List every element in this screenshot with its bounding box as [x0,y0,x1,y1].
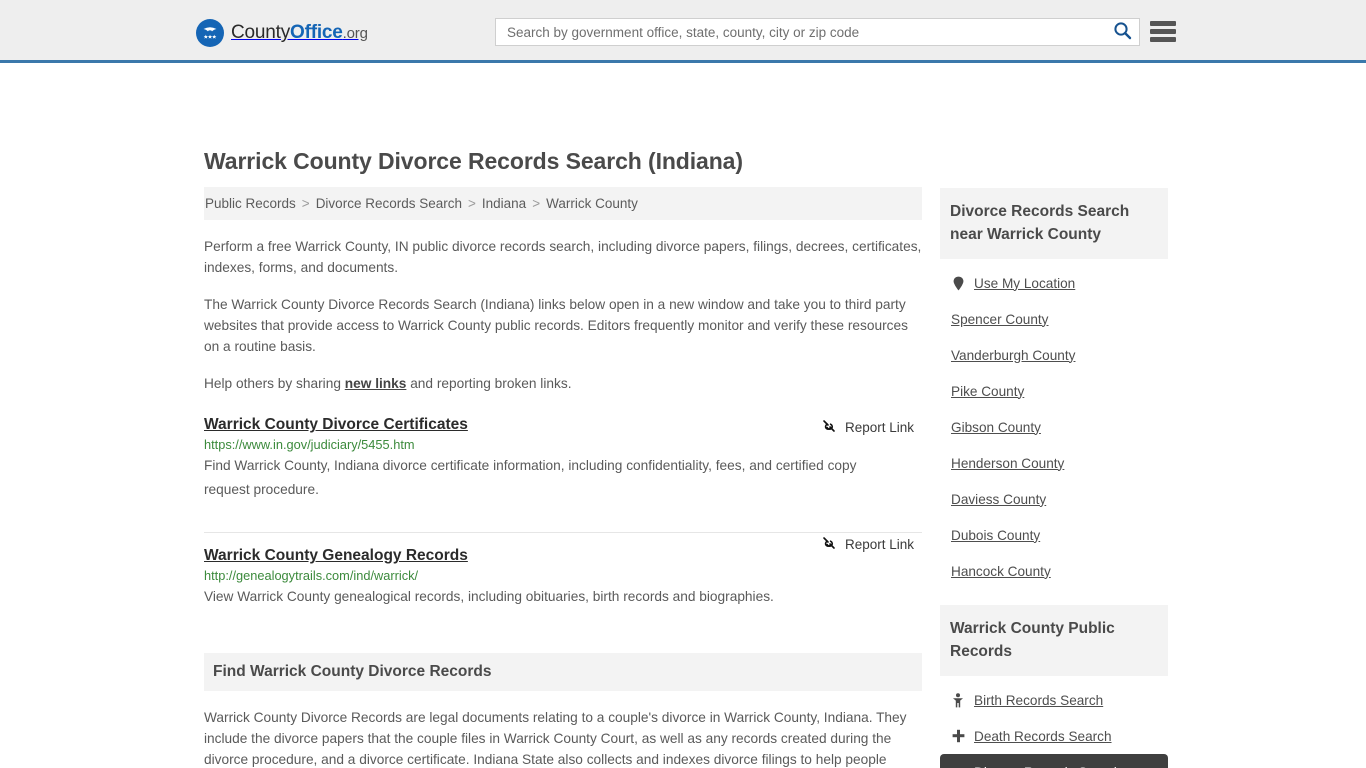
sidebar-item-label: Henderson County [951,455,1065,471]
hamburger-bar [1150,37,1176,42]
result-description: Find Warrick County, Indiana divorce cer… [204,458,857,497]
share-suffix: and reporting broken links. [406,376,572,391]
search-input[interactable] [496,19,1105,45]
sidebar-item-gibson-county[interactable]: Gibson County [940,409,1168,445]
breadcrumb-separator: > [532,196,541,211]
sidebar-item-henderson-county[interactable]: Henderson County [940,445,1168,481]
breadcrumb-separator: > [468,196,476,211]
report-link-button[interactable]: Report Link [821,535,914,554]
hamburger-menu-icon[interactable] [1150,19,1176,44]
sidebar-item-label: Pike County [951,383,1025,399]
cross-icon [951,729,965,743]
breadcrumb-separator: > [301,196,310,211]
search-icon [1113,21,1132,43]
share-prefix: Help others by sharing [204,376,345,391]
sidebar-item-label: Death Records Search [974,728,1112,744]
section-heading: Find Warrick County Divorce Records [213,663,492,680]
sidebar-item-use-my-location[interactable]: Use My Location [940,265,1168,301]
main-content: Warrick County Divorce Records Search (I… [204,148,922,768]
section-body: Warrick County Divorce Records are legal… [204,691,922,768]
breadcrumb-item-public-records[interactable]: Public Records [205,196,296,211]
sidebar-nearby-heading: Divorce Records Search near Warrick Coun… [950,203,1130,243]
sidebar-item-death-records-search[interactable]: Death Records Search [940,718,1168,754]
sidebar-item-label: Use My Location [974,275,1076,291]
sidebar-item-label: Vanderburgh County [951,347,1076,363]
section-header: Find Warrick County Divorce Records [204,653,922,691]
broken-link-icon [821,418,837,437]
hamburger-bar [1150,29,1176,34]
sidebar-public-records-list: Birth Records Search Death Records Searc… [940,676,1168,768]
hamburger-bar [1150,21,1176,26]
sidebar-nearby-header: Divorce Records Search near Warrick Coun… [940,188,1168,259]
search-bar[interactable] [495,18,1140,46]
result-description: View Warrick County genealogical records… [204,589,774,604]
logo-text-county: County [231,22,291,43]
share-paragraph: Help others by sharing new links and rep… [204,373,922,394]
breadcrumb-item-indiana[interactable]: Indiana [482,196,526,211]
eagle-shield-icon [196,19,224,47]
sidebar-item-vanderburgh-county[interactable]: Vanderburgh County [940,337,1168,373]
site-logo[interactable]: CountyOffice.org [196,19,368,47]
map-pin-icon [951,276,965,291]
sidebar-item-label: Gibson County [951,419,1041,435]
sidebar-item-hancock-county[interactable]: Hancock County [940,553,1168,589]
sidebar-item-label: Divorce Records Search [974,765,1121,768]
breadcrumb: Public Records > Divorce Records Search … [204,187,922,220]
report-link-label: Report Link [844,420,914,435]
sidebar-item-label: Spencer County [951,311,1049,327]
sidebar-item-divorce-records-search[interactable]: Divorce Records Search [940,754,1168,768]
sidebar-card-nearby: Divorce Records Search near Warrick Coun… [940,188,1168,589]
sidebar-item-label: Daviess County [951,491,1047,507]
section-paragraph: Warrick County Divorce Records are legal… [204,710,907,767]
intro-paragraph-1: Perform a free Warrick County, IN public… [204,239,922,275]
breadcrumb-item-divorce-records-search[interactable]: Divorce Records Search [316,196,462,211]
sidebar-item-label: Hancock County [951,563,1051,579]
sidebar-item-dubois-county[interactable]: Dubois County [940,517,1168,553]
sidebar-item-label: Dubois County [951,527,1041,543]
intro-paragraph-2: The Warrick County Divorce Records Searc… [204,297,908,354]
result-item: Warrick County Divorce Certificates http… [204,416,922,518]
result-title-link[interactable]: Warrick County Genealogy Records [204,547,468,565]
sidebar: Divorce Records Search near Warrick Coun… [940,188,1168,768]
sidebar-item-pike-county[interactable]: Pike County [940,373,1168,409]
broken-link-icon [821,535,837,554]
sidebar-public-records-heading: Warrick County Public Records [950,620,1115,660]
breadcrumb-item-warrick-county[interactable]: Warrick County [546,196,638,211]
sidebar-item-birth-records-search[interactable]: Birth Records Search [940,682,1168,718]
baby-icon [951,692,965,708]
sidebar-item-label: Birth Records Search [974,692,1104,708]
new-links-link[interactable]: new links [345,376,407,391]
site-header: CountyOffice.org [0,0,1366,63]
sidebar-item-spencer-county[interactable]: Spencer County [940,301,1168,337]
logo-text-org: .org [342,25,368,42]
page-title: Warrick County Divorce Records Search (I… [204,148,743,174]
result-url: https://www.in.gov/judiciary/5455.htm [204,437,415,452]
result-item: Warrick County Genealogy Records http://… [204,532,922,625]
sidebar-item-daviess-county[interactable]: Daviess County [940,481,1168,517]
logo-wordmark: CountyOffice.org [231,22,368,44]
sidebar-nearby-list: Use My Location Spencer County Vanderbur… [940,259,1168,589]
report-link-button[interactable]: Report Link [821,418,914,437]
sidebar-public-records-header: Warrick County Public Records [940,605,1168,676]
search-button[interactable] [1105,19,1139,45]
sidebar-card-public-records: Warrick County Public Records Birth Reco… [940,605,1168,768]
result-title-link[interactable]: Warrick County Divorce Certificates [204,416,468,434]
report-link-label: Report Link [844,537,914,552]
logo-text-office: Office [290,22,343,43]
result-url: http://genealogytrails.com/ind/warrick/ [204,568,419,583]
